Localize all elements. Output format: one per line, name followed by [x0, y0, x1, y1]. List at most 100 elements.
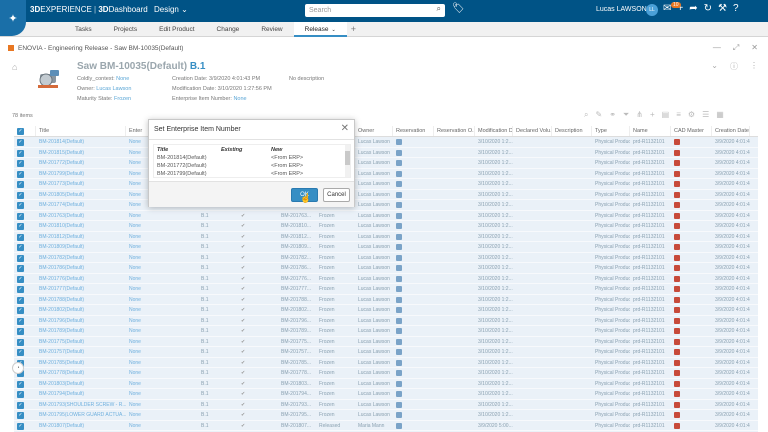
search-input[interactable]: Search ⌕ — [305, 4, 445, 17]
reservation-icon[interactable] — [393, 400, 434, 410]
reservation-icon[interactable] — [393, 221, 434, 231]
table-row[interactable]: ✓ BM-201763(Default) None B.1 ✔ BM-201763... F… — [14, 210, 758, 221]
column-header[interactable]: Description — [552, 126, 592, 136]
row-checkbox[interactable]: ✓ — [14, 232, 36, 242]
reservation-icon[interactable] — [393, 263, 434, 273]
tab-release[interactable]: Release ⌄ — [293, 22, 347, 37]
reservation-icon[interactable] — [393, 169, 434, 179]
table-row[interactable]: ✓ BM-201810(Default) None B.1 ✔ BM-201810... F… — [14, 221, 758, 232]
table-row[interactable]: ✓ BM-201775(Default) None B.1 ✔ BM-201775... F… — [14, 336, 758, 347]
reservation-icon[interactable] — [393, 358, 434, 368]
column-header[interactable]: Reservation O... — [434, 126, 475, 136]
info-icon[interactable]: ⓘ — [730, 61, 738, 72]
dialog-row-new-value[interactable]: <From ERP> — [271, 155, 303, 161]
minimize-icon[interactable]: — — [713, 43, 721, 53]
row-checkbox[interactable]: ✓ — [14, 337, 36, 347]
reservation-icon[interactable] — [393, 211, 434, 221]
table-row[interactable]: ✓BM-201785(Default)NoneB.1✔BM-201785...F… — [14, 357, 758, 368]
row-checkbox[interactable]: ✓ — [14, 274, 36, 284]
row-checkbox[interactable]: ✓ — [14, 400, 36, 410]
reservation-icon[interactable] — [393, 274, 434, 284]
row-checkbox[interactable]: ✓ — [14, 169, 36, 179]
table-row[interactable]: ✓ BM-201802(Default) None B.1 ✔ BM-201802... F… — [14, 305, 758, 316]
row-checkbox[interactable]: ✓ — [14, 137, 36, 147]
delete-icon[interactable]: ≡ — [676, 110, 681, 120]
column-header[interactable]: Declared Volu... — [513, 126, 552, 136]
table-row[interactable]: ✓ BM-201807(Default) None B.1 ✔ BM-201807... R… — [14, 420, 758, 431]
more-icon[interactable]: ⋮ — [750, 61, 758, 72]
reservation-icon[interactable] — [393, 190, 434, 200]
table-row[interactable]: ✓ BM-201789(Default) None B.1 ✔ BM-201789... F… — [14, 326, 758, 337]
column-header[interactable]: Type — [592, 126, 630, 136]
row-checkbox[interactable]: ✓ — [14, 305, 36, 315]
maximize-icon[interactable]: ⤢ — [733, 43, 739, 53]
table-row[interactable]: ✓ BM-201796(Default) None B.1 ✔ BM-201796... F… — [14, 315, 758, 326]
table-row[interactable]: ✓ BM-201793(SHOULDER SCREW - R... None B.1 ✔… — [14, 399, 758, 410]
reservation-icon[interactable] — [393, 410, 434, 420]
column-header[interactable]: Title — [36, 126, 126, 136]
reservation-icon[interactable] — [393, 421, 434, 431]
reservation-icon[interactable] — [393, 347, 434, 357]
dialog-row-new-value[interactable]: <From ERP> — [271, 171, 303, 177]
reservation-icon[interactable] — [393, 158, 434, 168]
tab-tasks[interactable]: Tasks — [64, 22, 103, 37]
compass-icon[interactable]: ✦ — [0, 0, 26, 36]
table-row[interactable]: ✓BM-201773(Default)NoneB.1✔BM-201773...F… — [14, 179, 758, 190]
edit-icon[interactable]: ✎ — [595, 110, 602, 120]
reservation-icon[interactable] — [393, 316, 434, 326]
reservation-icon[interactable] — [393, 389, 434, 399]
table-row[interactable]: ✓BM-201815(Default)NoneB.1✔BM-201815...F… — [14, 147, 758, 158]
revision-label[interactable]: B.1 — [190, 61, 206, 72]
table-row[interactable]: ✓ BM-201794(Default) None B.1 ✔ BM-201794... F… — [14, 389, 758, 400]
share-icon[interactable]: ➦ — [689, 3, 697, 14]
chevron-down-icon[interactable]: ⌄ — [179, 5, 188, 14]
reservation-icon[interactable] — [393, 337, 434, 347]
search-icon[interactable]: ⌕ — [437, 4, 441, 14]
table-row[interactable]: ✓BM-201814(Default)NoneB.1✔BM-201814...F… — [14, 137, 758, 148]
tab-projects[interactable]: Projects — [103, 22, 148, 37]
search-icon[interactable]: ⌕ — [584, 110, 588, 120]
row-checkbox[interactable]: ✓ — [14, 421, 36, 431]
reservation-icon[interactable] — [393, 242, 434, 252]
row-checkbox[interactable]: ✓ — [14, 347, 36, 357]
column-header[interactable]: Name — [630, 126, 671, 136]
tab-edit-product[interactable]: Edit Product — [148, 22, 205, 37]
reservation-icon[interactable] — [393, 200, 434, 210]
table-row[interactable]: ✓ BM-201803(Default) None B.1 ✔ BM-201803... F… — [14, 378, 758, 389]
role-selector[interactable]: Design — [154, 5, 179, 14]
row-checkbox[interactable]: ✓ — [14, 389, 36, 399]
row-checkbox[interactable]: ✓ — [14, 253, 36, 263]
table-row[interactable]: ✓ BM-201786(Default) None B.1 ✔ BM-201786... F… — [14, 263, 758, 274]
reservation-icon[interactable] — [393, 368, 434, 378]
tile-view-icon[interactable]: ▦ — [716, 110, 724, 120]
table-row[interactable]: ✓BM-201772(Default)NoneB.1✔BM-201772...F… — [14, 158, 758, 169]
reservation-icon[interactable] — [393, 232, 434, 242]
reservation-icon[interactable] — [393, 179, 434, 189]
list-view-icon[interactable]: ☰ — [702, 110, 709, 120]
row-checkbox[interactable]: ✓ — [14, 242, 36, 252]
row-checkbox[interactable]: ✓ — [14, 200, 36, 210]
add-tab-icon[interactable]: + — [347, 22, 360, 37]
reservation-icon[interactable] — [393, 295, 434, 305]
link-icon[interactable]: ⚭ — [609, 110, 616, 120]
table-row[interactable]: ✓BM-201805(Default)NoneB.1✔BM-201805...F… — [14, 189, 758, 200]
select-all-checkbox[interactable]: ✓ — [14, 126, 36, 136]
home-icon[interactable]: ⌂ — [12, 62, 17, 72]
tag-icon[interactable]: 🏷 — [452, 3, 465, 14]
table-row[interactable]: ✓BM-201774(Default)NoneB.1✔BM-201774...F… — [14, 200, 758, 211]
chevron-down-icon[interactable]: ⌄ — [711, 61, 718, 72]
table-row[interactable]: ✓ BM-201795(LOWER GUARD ACTUA... None B.1 ✔ B… — [14, 410, 758, 421]
column-header[interactable]: Reservation — [393, 126, 434, 136]
table-row[interactable]: ✓BM-201799(Default)NoneB.1✔BM-201799...F… — [14, 168, 758, 179]
row-checkbox[interactable]: ✓ — [14, 379, 36, 389]
column-header[interactable]: CAD Master — [671, 126, 712, 136]
dialog-scrollbar[interactable] — [345, 145, 350, 177]
row-checkbox[interactable]: ✓ — [14, 221, 36, 231]
close-icon[interactable]: ✕ — [751, 43, 758, 53]
row-checkbox[interactable]: ✓ — [14, 284, 36, 294]
row-checkbox[interactable]: ✓ — [14, 211, 36, 221]
column-header[interactable]: Owner — [355, 126, 393, 136]
tab-change[interactable]: Change — [206, 22, 251, 37]
collaboration-icon[interactable]: ↻ — [704, 3, 712, 14]
reservation-icon[interactable] — [393, 253, 434, 263]
